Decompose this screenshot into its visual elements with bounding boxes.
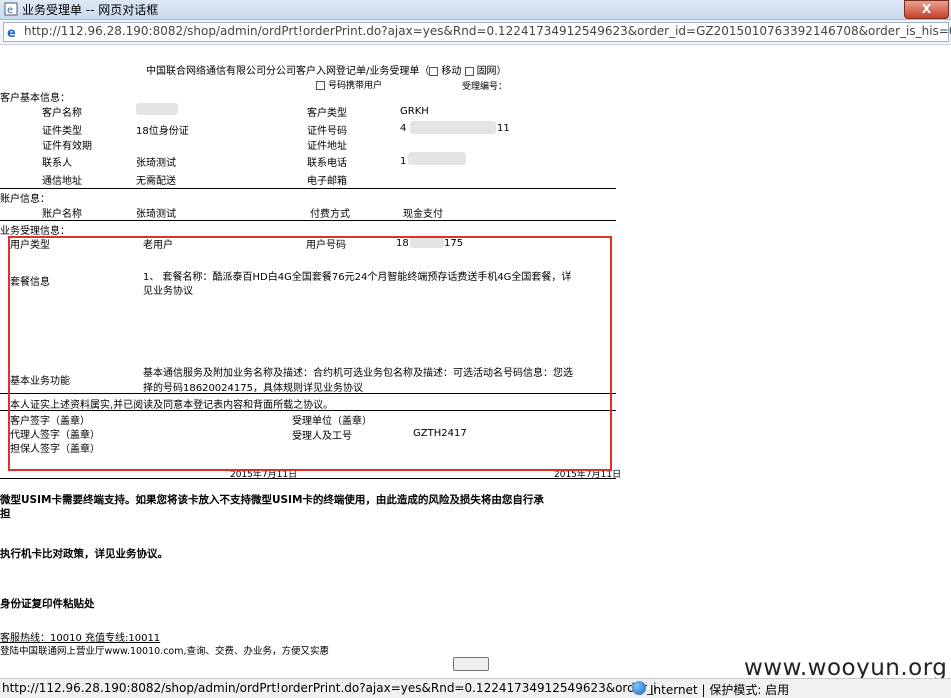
phone-prefix: 1 bbox=[400, 156, 407, 167]
account-name-label: 账户名称 bbox=[42, 209, 82, 220]
globe-icon bbox=[632, 681, 646, 695]
receipt-no-label: 受理编号： bbox=[462, 82, 508, 92]
customer-type-label: 客户类型 bbox=[307, 108, 347, 119]
id-no-prefix: 4 bbox=[400, 123, 407, 134]
ie-page-icon: e bbox=[4, 2, 18, 16]
mail-address-value: 无需配送 bbox=[136, 176, 176, 187]
pay-method-value: 现金支付 bbox=[403, 209, 443, 220]
pay-method-label: 付费方式 bbox=[310, 209, 350, 220]
url-text: http://112.96.28.190:8082/shop/admin/ord… bbox=[24, 24, 951, 38]
id-no-label: 证件号码 bbox=[307, 126, 347, 137]
customer-name-label: 客户名称 bbox=[42, 108, 82, 119]
redacted-id-number bbox=[410, 121, 496, 134]
divider bbox=[0, 188, 616, 189]
fixed-checkbox bbox=[464, 66, 474, 76]
id-copy-area-label: 身份证复印件粘贴处 bbox=[0, 598, 95, 610]
id-valid-label: 证件有效期 bbox=[42, 141, 92, 152]
business-section-title: 业务受理信息： bbox=[0, 226, 70, 237]
dialog-title-bar: e 业务受理单 -- 网页对话框 bbox=[0, 0, 951, 20]
account-name-value: 张琦测试 bbox=[136, 209, 176, 220]
policy-notice: 执行机卡比对政策，详见业务协议。 bbox=[0, 548, 168, 560]
divider bbox=[0, 220, 616, 221]
mobile-label: 移动 bbox=[441, 66, 462, 77]
id-no-suffix: 11 bbox=[497, 123, 510, 134]
divider bbox=[0, 478, 616, 479]
highlight-box bbox=[8, 236, 612, 471]
contact-value: 张琦测试 bbox=[136, 158, 176, 169]
usim-notice-line2: 担 bbox=[0, 508, 11, 520]
close-button[interactable]: X bbox=[904, 0, 949, 19]
form-heading: 中国联合网络通信有限公司分公司客户入网登记单/业务受理单（ 移动 固网） bbox=[146, 62, 507, 77]
mail-address-label: 通信地址 bbox=[42, 176, 82, 187]
redacted-phone bbox=[408, 152, 466, 165]
status-url: http://112.96.28.190:8082/shop/admin/ord… bbox=[2, 681, 657, 695]
email-label: 电子邮箱 bbox=[307, 176, 347, 187]
dialog-title: 业务受理单 -- 网页对话框 bbox=[22, 3, 159, 17]
ie-icon: e bbox=[7, 26, 16, 39]
hotline: 客服热线：10010 充值专线:10011 bbox=[0, 633, 161, 644]
mobile-checkbox bbox=[429, 66, 439, 76]
redacted-customer-name bbox=[136, 103, 178, 115]
contact-label: 联系人 bbox=[42, 158, 72, 169]
usim-notice-line1: 微型USIM卡需要终端支持。如果您将该卡放入不支持微型USIM卡的终端使用，由此… bbox=[0, 494, 544, 506]
website-notice: 登陆中国联通网上营业厅www.10010.com,查询、交费、办业务，方便又实惠 bbox=[0, 646, 330, 657]
id-type-label: 证件类型 bbox=[42, 126, 82, 137]
id-address-label: 证件地址 bbox=[307, 141, 347, 152]
portability-label: 号码携带用户 bbox=[328, 81, 383, 91]
portability-field: 号码携带用户 bbox=[316, 78, 382, 91]
status-bar: http://112.96.28.190:8082/shop/admin/ord… bbox=[0, 678, 951, 698]
svg-text:e: e bbox=[7, 26, 16, 39]
fixed-label: 固网） bbox=[476, 66, 507, 77]
form-heading-text: 中国联合网络通信有限公司分公司客户入网登记单/业务受理单（ bbox=[146, 66, 430, 77]
phone-label: 联系电话 bbox=[307, 158, 347, 169]
customer-section-title: 客户基本信息： bbox=[0, 93, 70, 104]
account-section-title: 账户信息： bbox=[0, 194, 50, 205]
customer-type-value: GRKH bbox=[400, 106, 429, 117]
id-type-value: 18位身份证 bbox=[136, 126, 189, 137]
print-button[interactable] bbox=[453, 657, 489, 671]
portability-checkbox bbox=[316, 81, 325, 90]
security-zone: Internet | 保护模式: 启用 bbox=[650, 683, 790, 697]
svg-text:e: e bbox=[7, 5, 13, 16]
url-field[interactable]: e http://112.96.28.190:8082/shop/admin/o… bbox=[3, 22, 951, 42]
